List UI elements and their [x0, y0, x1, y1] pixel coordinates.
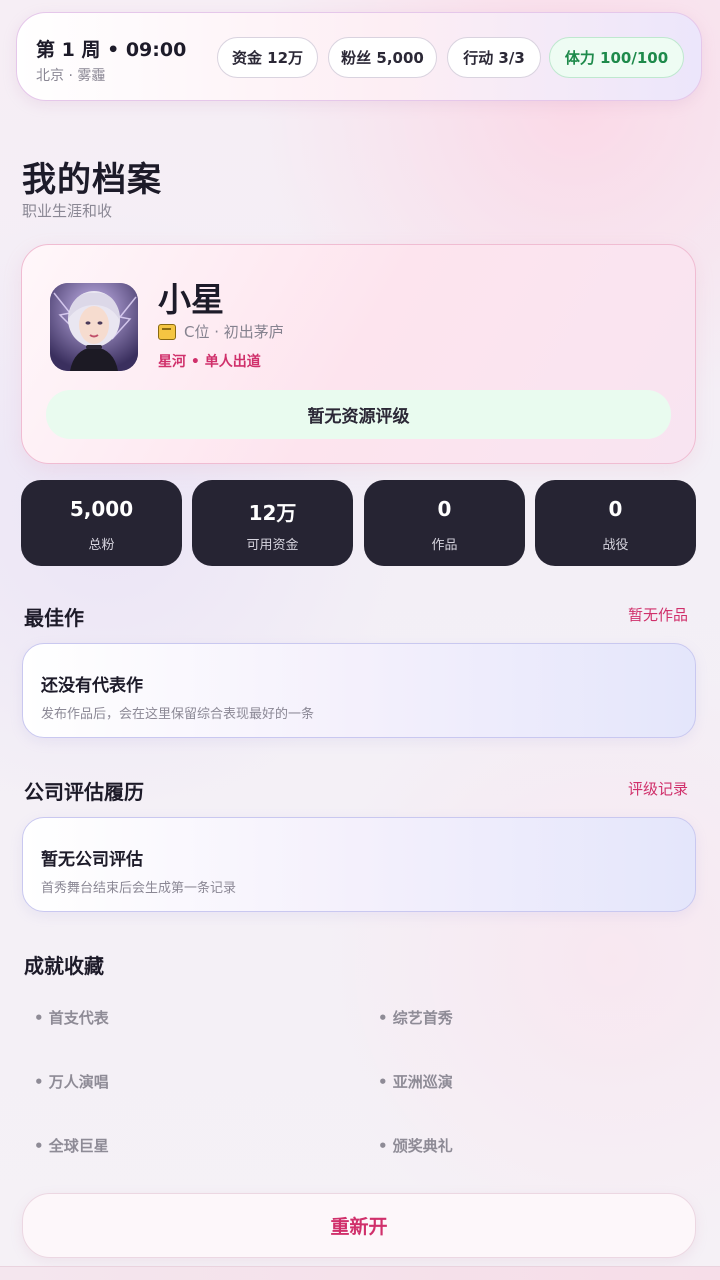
- page-subtitle: 职业生涯和收: [22, 202, 113, 220]
- best-work-card-title: 还没有代表作: [41, 676, 143, 696]
- rank-label: C位 · 初出茅庐: [184, 323, 284, 341]
- stat-works: 0 作品: [364, 480, 525, 566]
- action-pill[interactable]: 行动 3/3: [447, 37, 541, 78]
- achievement-item[interactable]: • 亚洲巡演: [378, 1071, 453, 1092]
- stat-value: 12万: [248, 501, 297, 525]
- crown-icon: [158, 323, 176, 340]
- debut-label: 星河 • 单人出道: [158, 354, 261, 370]
- avatar[interactable]: [50, 283, 138, 371]
- stat-value: 5,000: [69, 497, 134, 521]
- bottom-nav-edge: [0, 1266, 720, 1280]
- stat-label: 战役: [602, 538, 629, 553]
- rank-row: C位 · 初出茅庐: [158, 321, 284, 342]
- evaluation-title: 公司评估履历: [24, 780, 144, 804]
- evaluation-card-title: 暂无公司评估: [41, 850, 143, 870]
- achievements-title: 成就收藏: [24, 954, 104, 978]
- stat-campaigns: 0 战役: [535, 480, 696, 566]
- stat-value: 0: [608, 497, 623, 521]
- best-work-card[interactable]: 还没有代表作 发布作品后，会在这里保留综合表现最好的一条: [22, 643, 696, 738]
- stat-total-fans: 5,000 总粉: [21, 480, 182, 566]
- profile-card: 小星 C位 · 初出茅庐 星河 • 单人出道 暂无资源评级: [21, 244, 696, 464]
- achievement-item[interactable]: • 全球巨星: [34, 1135, 109, 1156]
- evaluation-card-desc: 首秀舞台结束后会生成第一条记录: [41, 881, 237, 896]
- achievement-item[interactable]: • 首支代表: [34, 1007, 109, 1028]
- evaluation-card[interactable]: 暂无公司评估 首秀舞台结束后会生成第一条记录: [22, 817, 696, 912]
- stat-value: 0: [437, 497, 452, 521]
- stat-label: 可用资金: [246, 538, 299, 553]
- location-weather: 北京 · 雾霾: [36, 68, 106, 84]
- week-time: 第 1 周 • 09:00: [36, 39, 187, 61]
- stamina-pill[interactable]: 体力 100/100: [549, 37, 684, 78]
- fans-pill[interactable]: 粉丝 5,000: [328, 37, 437, 78]
- resource-rating[interactable]: 暂无资源评级: [46, 390, 671, 439]
- status-bar: 第 1 周 • 09:00 北京 · 雾霾 资金 12万 粉丝 5,000 行动…: [16, 12, 702, 101]
- stat-label: 总粉: [88, 538, 115, 553]
- stat-label: 作品: [431, 538, 458, 553]
- funds-pill[interactable]: 资金 12万: [217, 37, 318, 78]
- achievement-item[interactable]: • 万人演唱: [34, 1071, 109, 1092]
- achievement-item[interactable]: • 综艺首秀: [378, 1007, 453, 1028]
- achievement-item[interactable]: • 颁奖典礼: [378, 1135, 453, 1156]
- page-title: 我的档案: [22, 160, 162, 200]
- best-work-link[interactable]: 暂无作品: [628, 604, 688, 625]
- stat-available-funds: 12万 可用资金: [192, 480, 353, 566]
- artist-name: 小星: [158, 280, 224, 319]
- best-work-title: 最佳作: [24, 606, 84, 630]
- avatar-portrait: [50, 283, 138, 371]
- best-work-card-desc: 发布作品后，会在这里保留综合表现最好的一条: [41, 707, 315, 722]
- evaluation-link[interactable]: 评级记录: [628, 778, 688, 799]
- restart-button[interactable]: 重新开: [22, 1193, 696, 1258]
